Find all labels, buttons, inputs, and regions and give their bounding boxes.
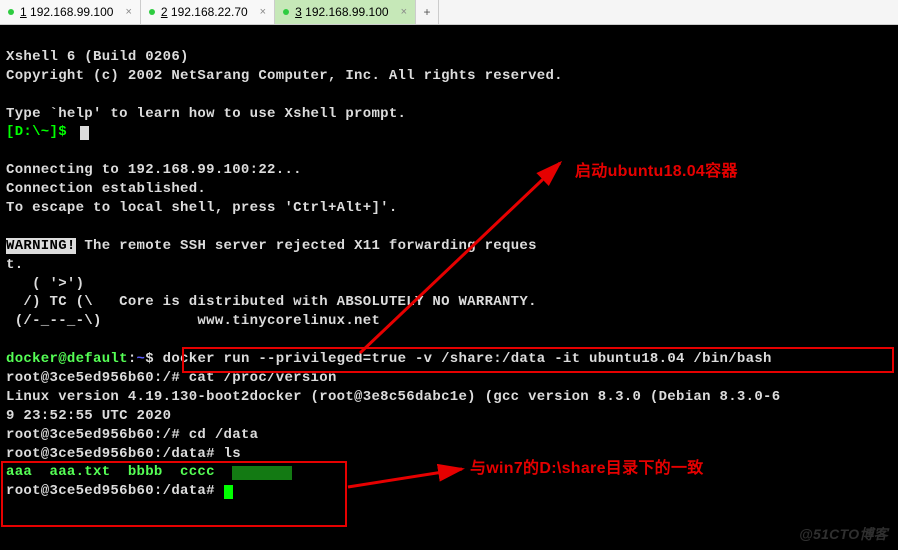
connect-line: To escape to local shell, press 'Ctrl+Al… [6,200,398,216]
tab-1[interactable]: 1 192.168.99.100 × [0,0,141,24]
tab-2[interactable]: 2 192.168.22.70 × [141,0,275,24]
root-prompt-line: root@3ce5ed956b60:/data# ls [6,446,241,462]
status-dot-icon [283,9,289,15]
tab-num: 2 [161,5,168,19]
tab-num: 3 [295,5,302,19]
tab-num: 1 [20,5,27,19]
tab-bar: 1 192.168.99.100 × 2 192.168.22.70 × 3 1… [0,0,898,25]
redacted-block [232,466,292,480]
sep: : [128,351,137,367]
banner-help: Type `help' to learn how to use Xshell p… [6,106,406,122]
close-icon[interactable]: × [401,6,407,18]
local-prompt: [D:\~]$ [6,124,67,140]
connect-line: Connecting to 192.168.99.100:22... [6,162,302,178]
kernel-version: Linux version 4.19.130-boot2docker (root… [6,389,780,405]
root-prompt-line: root@3ce5ed956b60:/# cat /proc/version [6,370,337,386]
docker-path: ~ [137,351,146,367]
docker-command: docker run --privileged=true -v /share:/… [163,351,772,367]
watermark: @51CTO博客 [799,525,888,544]
root-prompt-line: root@3ce5ed956b60:/data# [6,483,224,499]
ascii-art: (/-_--_-\) www.tinycorelinux.net [6,313,380,329]
ascii-art: ( '>') [6,276,84,292]
status-dot-icon [149,9,155,15]
terminal-output[interactable]: Xshell 6 (Build 0206) Copyright (c) 2002… [0,25,898,550]
close-icon[interactable]: × [125,6,131,18]
annotation-1: 启动ubuntu18.04容器 [575,161,738,183]
add-tab-button[interactable]: + [416,0,439,24]
tab-label: 192.168.99.100 [305,5,388,19]
arrow-icon [344,457,474,497]
root-prompt-line: root@3ce5ed956b60:/# cd /data [6,427,258,443]
tab-3-active[interactable]: 3 192.168.99.100 × [275,0,416,24]
docker-host: docker@default [6,351,128,367]
close-icon[interactable]: × [260,6,266,18]
cursor-icon [80,126,89,140]
connect-line: Connection established. [6,181,206,197]
warning-tag: WARNING! [6,238,76,254]
tab-label: 192.168.22.70 [171,5,248,19]
ascii-art: /) TC (\ Core is distributed with ABSOLU… [6,294,537,310]
dollar: $ [145,351,162,367]
warning-text: t. [6,257,23,273]
status-dot-icon [8,9,14,15]
warning-text: The remote SSH server rejected X11 forwa… [76,238,537,254]
ls-output: aaa aaa.txt bbbb cccc [6,464,232,480]
tab-label: 192.168.99.100 [30,5,113,19]
annotation-2: 与win7的D:\share目录下的一致 [470,458,704,480]
banner-copyright: Copyright (c) 2002 NetSarang Computer, I… [6,68,563,84]
cursor-icon [224,485,233,499]
banner-version: Xshell 6 (Build 0206) [6,49,189,65]
kernel-version: 9 23:52:55 UTC 2020 [6,408,171,424]
